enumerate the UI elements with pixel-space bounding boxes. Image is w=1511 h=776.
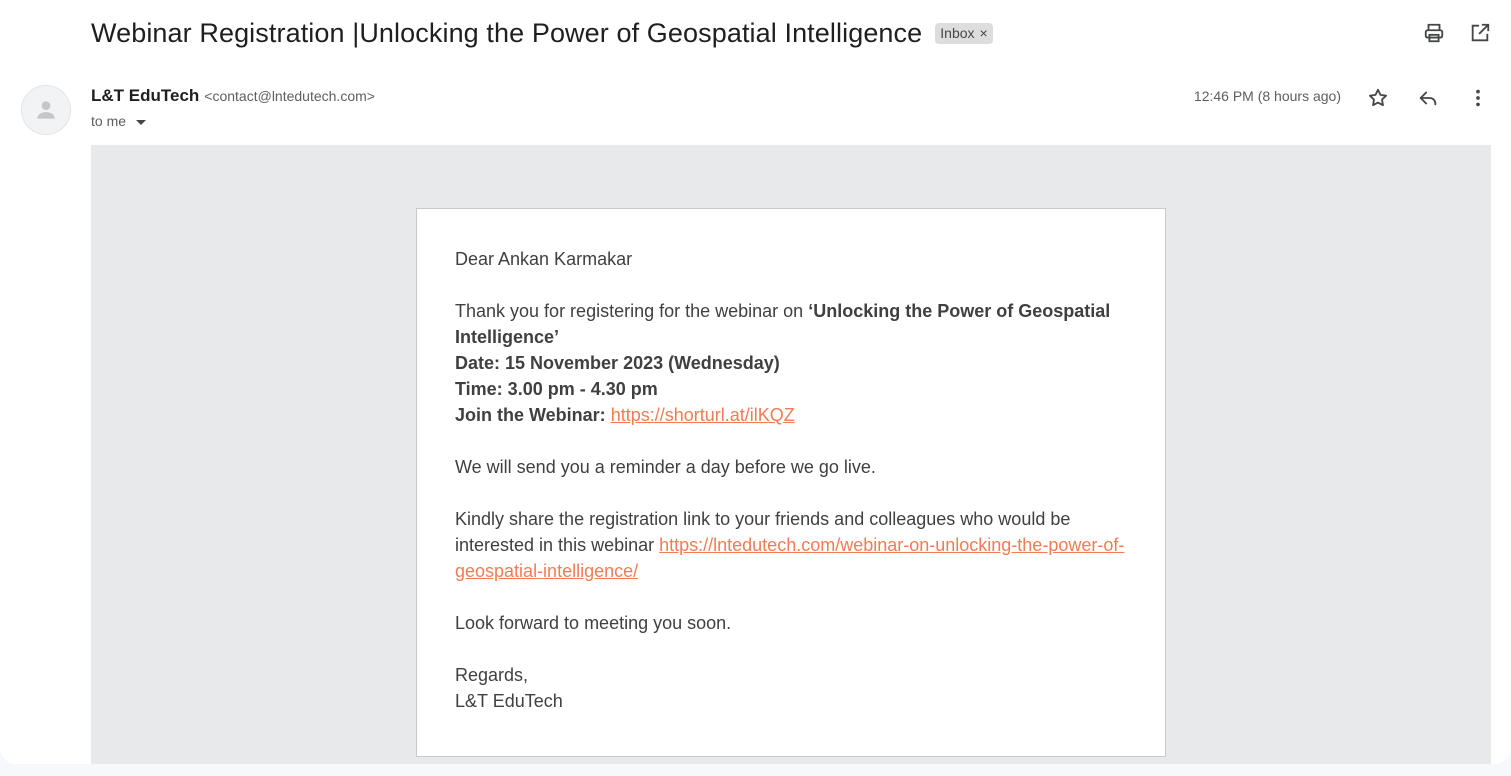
sender-avatar (21, 85, 71, 135)
thanks-paragraph: Thank you for registering for the webina… (455, 298, 1127, 350)
reply-icon[interactable] (1416, 86, 1440, 110)
sender-email: <contact@lntedutech.com> (204, 88, 375, 104)
join-webinar-link[interactable]: https://shorturl.at/ilKQZ (611, 405, 795, 425)
sender-line: L&T EduTech <contact@lntedutech.com> (91, 86, 375, 108)
print-icon[interactable] (1421, 20, 1447, 46)
more-vertical-icon[interactable] (1466, 86, 1490, 110)
join-line: Join the Webinar: https://shorturl.at/il… (455, 402, 1127, 428)
remove-label-button[interactable]: × (980, 25, 988, 41)
inbox-label-text: Inbox (940, 24, 975, 41)
recipient-details-toggle[interactable]: to me (91, 113, 147, 129)
email-subject: Webinar Registration |Unlocking the Powe… (91, 17, 923, 48)
greeting-text: Dear Ankan Karmakar (455, 249, 633, 269)
person-avatar-icon (37, 101, 55, 119)
time-line: Time: 3.00 pm - 4.30 pm (455, 379, 658, 399)
thanks-prefix: Thank you for registering for the webina… (455, 301, 809, 321)
join-label: Join the Webinar: (455, 405, 611, 425)
regards-text: Regards, (455, 665, 529, 685)
signature-text: L&T EduTech (455, 691, 563, 711)
sender-name[interactable]: L&T EduTech (91, 86, 199, 106)
email-body-canvas: Dear Ankan Karmakar Thank you for regist… (91, 145, 1491, 764)
date-line: Date: 15 November 2023 (Wednesday) (455, 353, 780, 373)
email-timestamp: 12:46 PM (8 hours ago) (1193, 88, 1341, 104)
star-icon[interactable] (1366, 86, 1390, 110)
open-in-new-window-icon[interactable] (1467, 20, 1493, 46)
email-body-card: Dear Ankan Karmakar Thank you for regist… (416, 208, 1166, 757)
share-paragraph: Kindly share the registration link to yo… (455, 506, 1127, 584)
inbox-label-chip[interactable]: Inbox × (935, 22, 993, 44)
subject-row: Webinar Registration |Unlocking the Powe… (91, 14, 993, 52)
email-view: Webinar Registration |Unlocking the Powe… (0, 0, 1511, 764)
reminder-text: We will send you a reminder a day before… (455, 457, 876, 477)
chevron-down-icon[interactable] (136, 119, 147, 125)
closing-text: Look forward to meeting you soon. (455, 613, 732, 633)
recipient-text: to me (91, 113, 127, 129)
